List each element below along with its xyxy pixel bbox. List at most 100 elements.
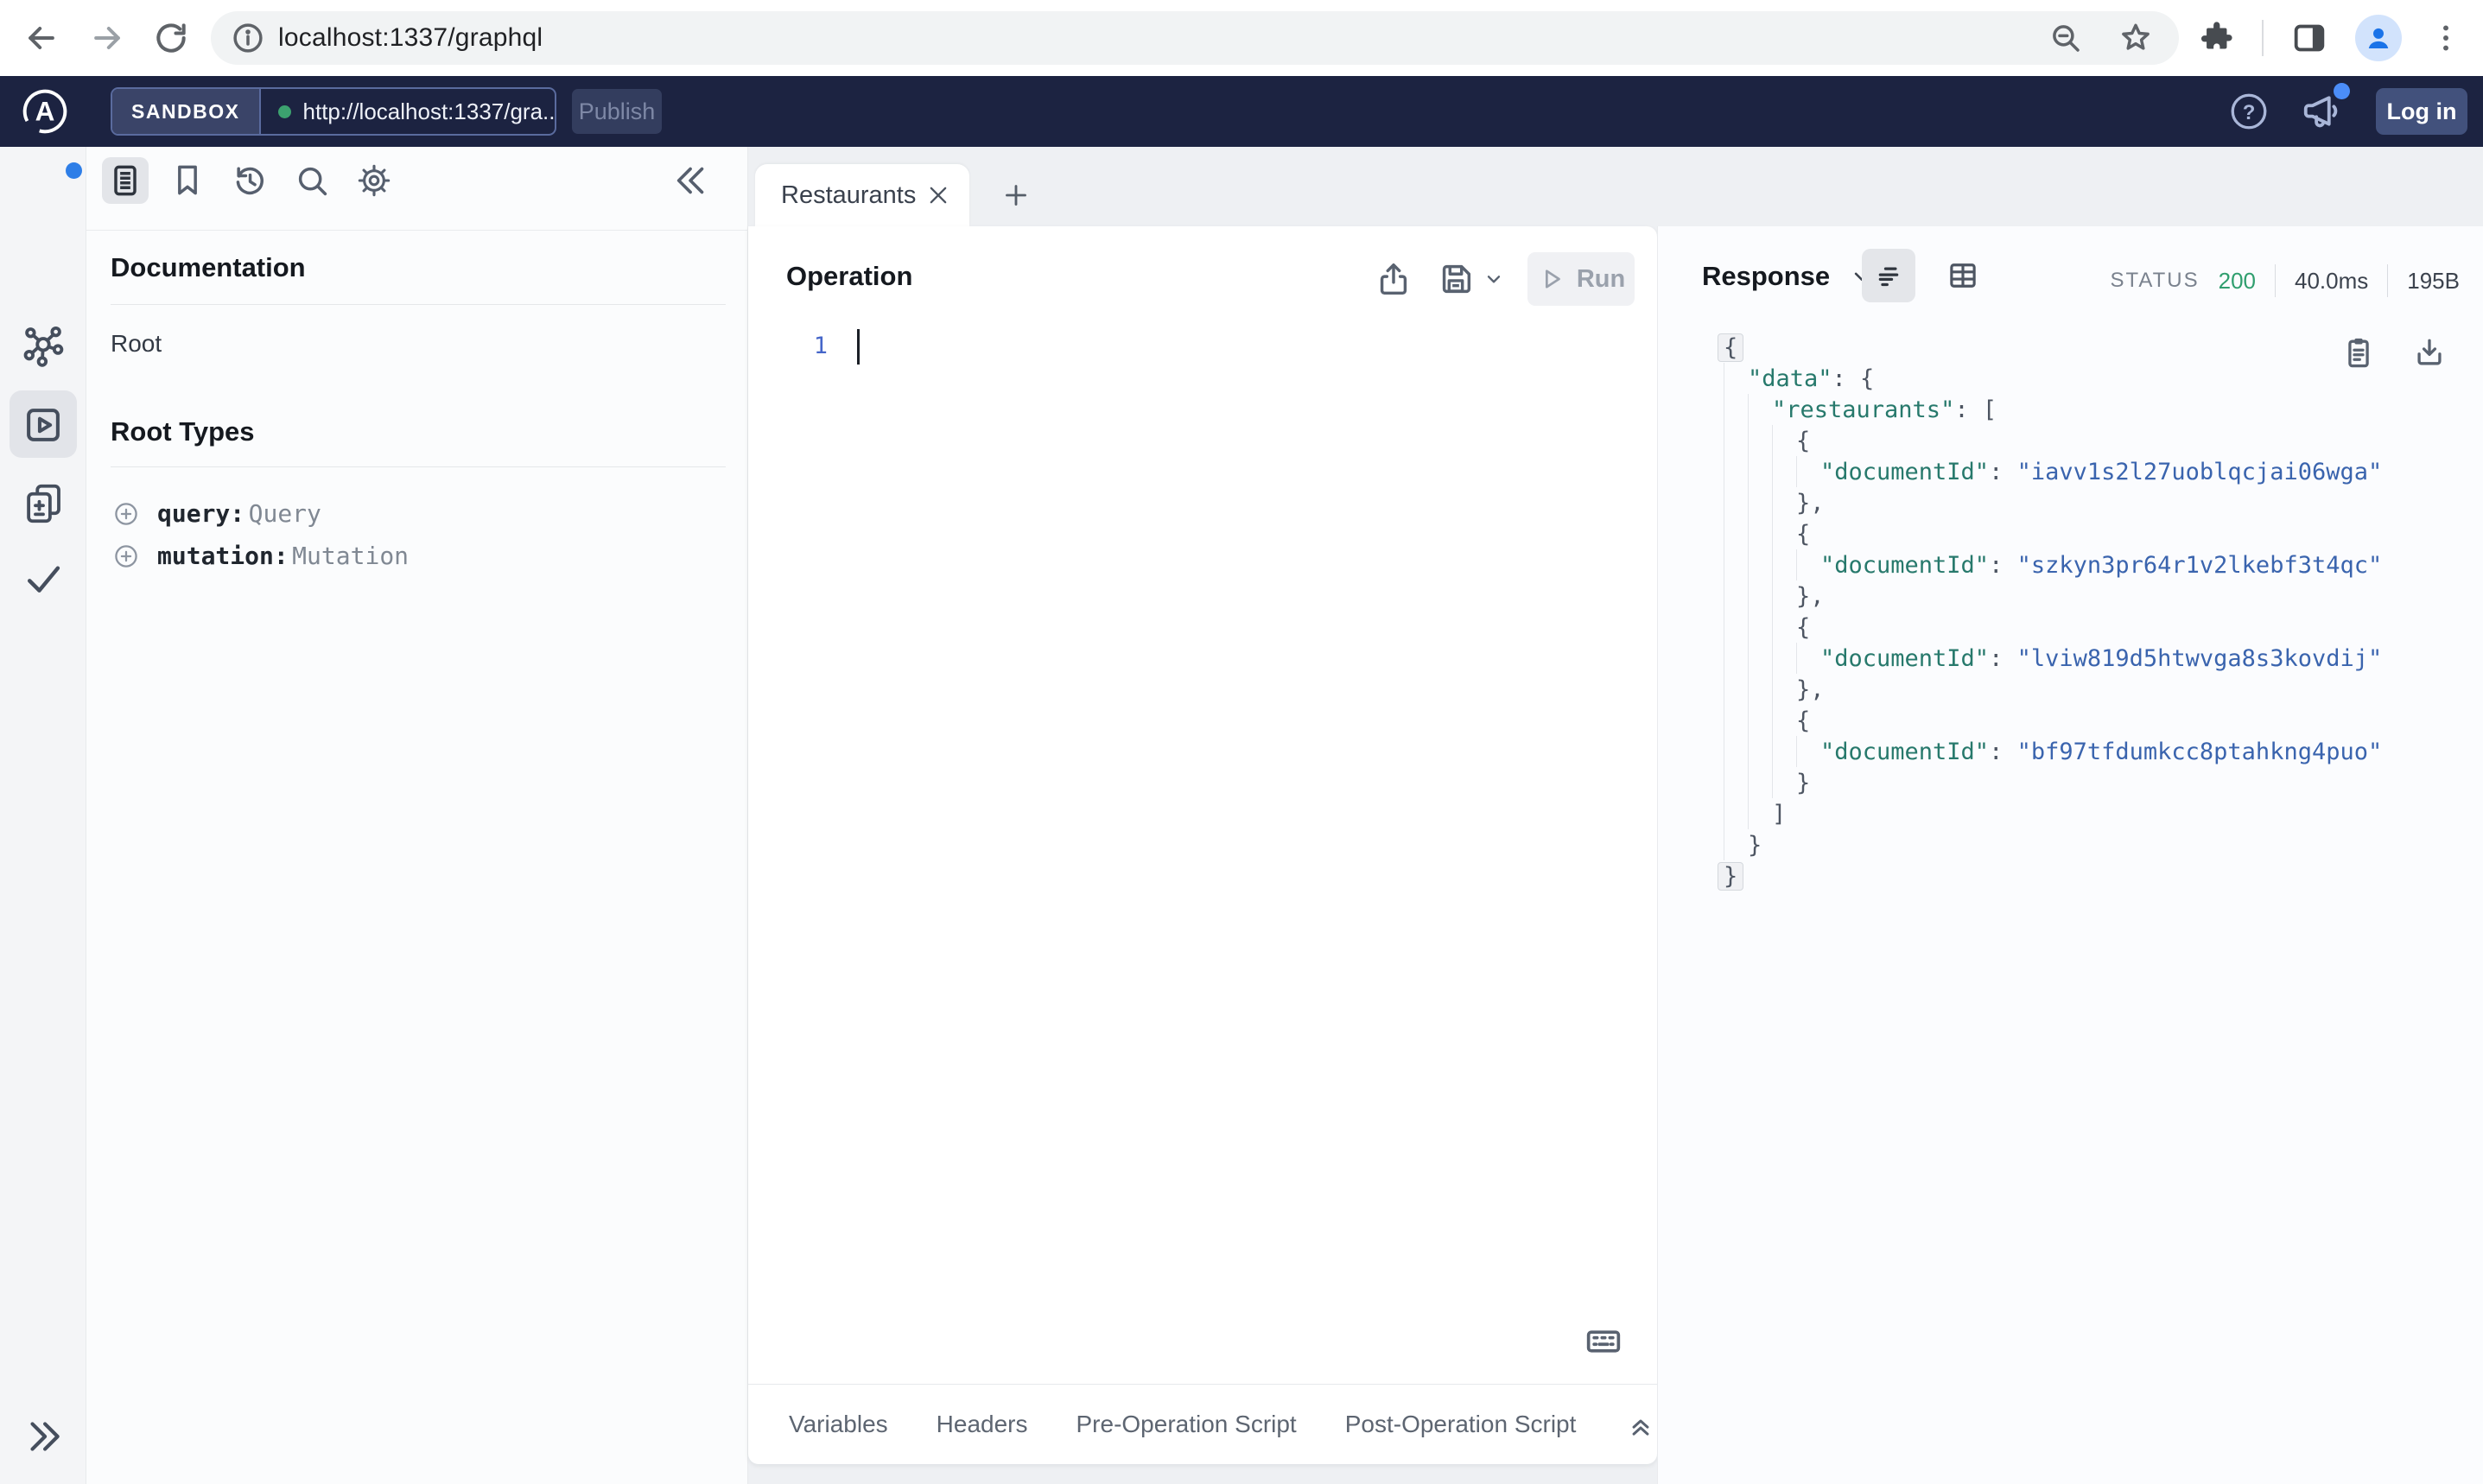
arrow-right-icon: [94, 26, 120, 50]
run-button[interactable]: Run: [1527, 252, 1635, 306]
response-json-line: },: [1724, 487, 2382, 518]
run-label: Run: [1576, 264, 1626, 293]
rail-item-checks[interactable]: [0, 555, 86, 601]
chevron-down-icon: [1487, 276, 1501, 283]
footer-tabs: Variables Headers Pre-Operation Script Post…: [789, 1411, 1576, 1438]
response-json-line: }: [1724, 829, 2382, 860]
operation-editor[interactable]: [843, 321, 1640, 1283]
response-json-line: },: [1724, 580, 2382, 612]
doc-tab-search[interactable]: [289, 157, 335, 204]
response-json-line: "documentId": "iavv1s2l27uoblqcjai06wga": [1724, 456, 2382, 487]
zoom-out-icon[interactable]: [2048, 20, 2084, 56]
response-json-line: ]: [1724, 798, 2382, 829]
rail-item-explorer[interactable]: [0, 390, 86, 458]
operation-footer: Variables Headers Pre-Operation Script Post…: [748, 1384, 1657, 1464]
login-button[interactable]: Log in: [2376, 88, 2467, 135]
explorer-play-icon: [27, 409, 60, 441]
extensions-icon[interactable]: [2196, 18, 2236, 58]
response-json-line: {: [1724, 518, 2382, 549]
doc-root-link[interactable]: Root: [111, 330, 162, 358]
plus-circle-icon: [115, 502, 137, 525]
response-time: 40.0ms: [2295, 267, 2369, 294]
doc-tab-bookmarks[interactable]: [164, 157, 211, 204]
save-floppy-icon: [1442, 264, 1471, 294]
collections-diff-icon: [27, 484, 60, 523]
doc-tab-settings[interactable]: [351, 157, 397, 204]
doc-tab-documentation[interactable]: [102, 157, 149, 204]
operation-title: Operation: [786, 261, 913, 291]
footer-tab-pre-operation-script[interactable]: Pre-Operation Script: [1076, 1411, 1297, 1438]
response-json[interactable]: {"data": {"restaurants": [{"documentId":…: [1718, 332, 2382, 891]
chevrons-left-icon: [676, 167, 704, 194]
status-label: STATUS: [2110, 269, 2200, 292]
response-json-line: }: [1724, 767, 2382, 798]
tab-restaurants[interactable]: Restaurants: [755, 164, 969, 226]
schema-notification-dot: [66, 162, 82, 179]
svg-text:?: ?: [2243, 101, 2256, 124]
response-json-line: {: [1718, 332, 2382, 363]
expand-footer-button[interactable]: [1624, 1408, 1657, 1441]
search-icon: [298, 167, 327, 196]
response-panel: Response STATUS 200 40.0ms 195B {"data"…: [1657, 226, 2483, 1484]
root-type-mutation[interactable]: mutation: Mutation: [112, 542, 409, 570]
editor-line-number: 1: [813, 333, 828, 359]
person-icon: [2368, 28, 2389, 48]
view-table-button[interactable]: [1936, 249, 1990, 302]
apollo-logo[interactable]: A: [21, 87, 69, 136]
url-text[interactable]: localhost:1337/graphql: [278, 23, 543, 53]
left-rail: [0, 147, 86, 1484]
doc-tab-history[interactable]: [226, 157, 273, 204]
browser-reload-button[interactable]: [145, 12, 197, 64]
type-name: Mutation: [292, 542, 410, 570]
publish-button[interactable]: Publish: [572, 89, 662, 134]
checkmark-icon: [28, 566, 60, 593]
doc-divider-2: [111, 466, 726, 467]
response-json-line: "restaurants": [: [1724, 394, 2382, 425]
response-json-line: "documentId": "szkyn3pr64r1v2lkebf3t4qc": [1724, 549, 2382, 580]
endpoint-url-input[interactable]: http://localhost:1337/gra...: [303, 98, 555, 125]
profile-avatar[interactable]: [2355, 15, 2402, 61]
meta-divider: [2387, 264, 2389, 297]
footer-tab-headers[interactable]: Headers: [937, 1411, 1028, 1438]
rail-item-schema[interactable]: [0, 323, 86, 370]
chevrons-up-icon: [1632, 1419, 1649, 1436]
side-panel-icon[interactable]: [2289, 18, 2329, 58]
rail-expand-button[interactable]: [0, 1415, 86, 1458]
rail-item-collections[interactable]: [0, 480, 86, 527]
response-json-line: },: [1724, 674, 2382, 705]
browser-back-button[interactable]: [16, 12, 67, 64]
new-tab-button[interactable]: [992, 171, 1040, 219]
browser-menu-icon[interactable]: [2428, 20, 2464, 56]
sandbox-badge: SANDBOX: [112, 89, 261, 134]
footer-tab-variables[interactable]: Variables: [789, 1411, 888, 1438]
browser-forward-button[interactable]: [81, 12, 133, 64]
root-type-query[interactable]: query: Query: [112, 499, 321, 528]
screen: localhost:1337/graphql A SANDBOX http://…: [0, 0, 2483, 1484]
doc-divider-1: [111, 304, 726, 305]
help-icon[interactable]: ?: [2227, 90, 2270, 133]
status-code: 200: [2218, 267, 2256, 294]
view-json-button[interactable]: [1862, 249, 1915, 302]
save-operation-button[interactable]: [1436, 259, 1505, 299]
chevrons-right-icon: [30, 1422, 60, 1451]
toolbar-divider: [2262, 20, 2264, 56]
response-dropdown[interactable]: Response: [1702, 261, 1875, 292]
notification-dot: [2334, 83, 2350, 99]
footer-tab-post-operation-script[interactable]: Post-Operation Script: [1345, 1411, 1577, 1438]
site-info-icon[interactable]: [230, 20, 266, 56]
bookmark-star-icon[interactable]: [2117, 19, 2155, 57]
doc-toolbar-divider: [86, 230, 748, 231]
svg-text:A: A: [35, 95, 55, 126]
download-response-icon[interactable]: [2410, 333, 2448, 371]
share-operation-icon[interactable]: [1374, 259, 1413, 299]
address-bar[interactable]: localhost:1337/graphql: [211, 11, 2179, 65]
tab-close-button[interactable]: [926, 183, 950, 207]
workspace: Documentation Root Root Types query: Que…: [0, 147, 2483, 1484]
collapse-panel-button[interactable]: [669, 157, 715, 204]
doc-toolbar: [86, 157, 748, 218]
response-json-line: {: [1724, 705, 2382, 736]
keyboard-shortcuts-icon[interactable]: [1581, 1319, 1626, 1364]
announcements-megaphone-icon[interactable]: [2300, 83, 2350, 135]
table-grid-icon: [1950, 263, 1976, 288]
root-types-title: Root Types: [111, 416, 255, 447]
